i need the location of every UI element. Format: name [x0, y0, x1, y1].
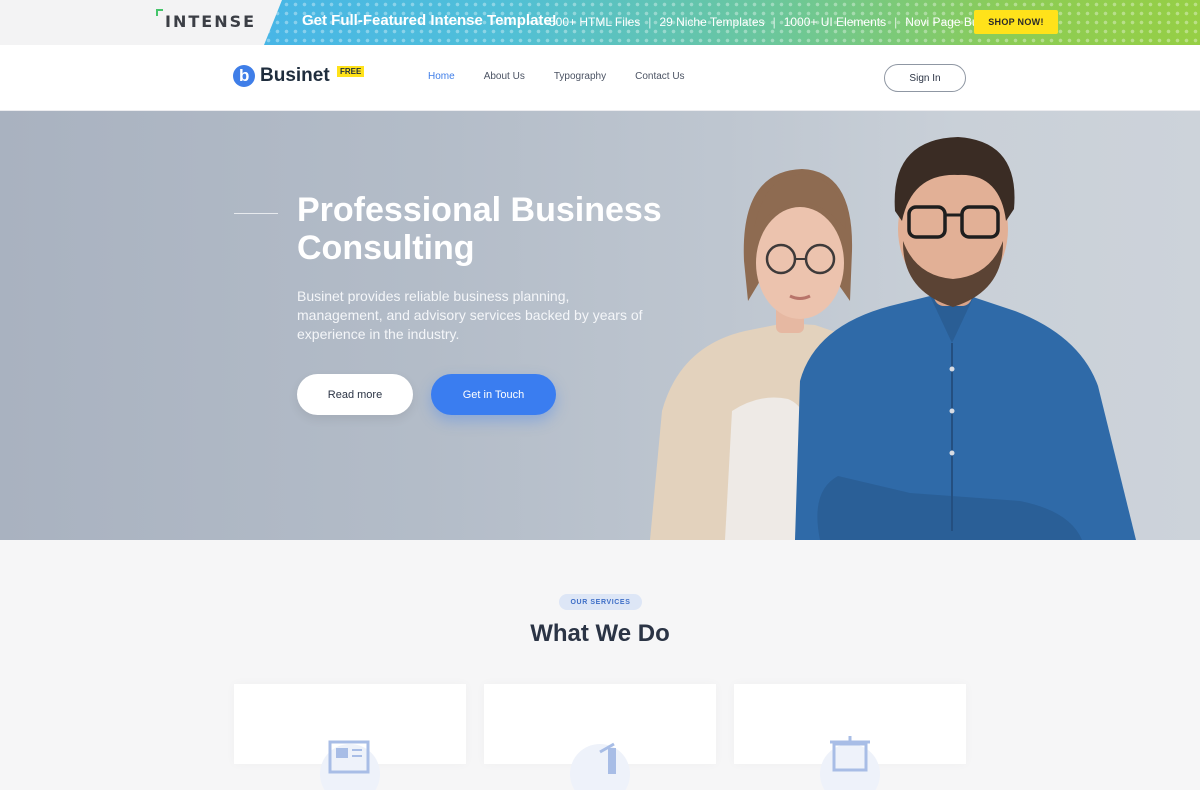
promo-feature: 500+ HTML Files	[549, 15, 641, 29]
promo-brand-area: INTENSE	[0, 0, 282, 45]
service-card[interactable]	[484, 684, 716, 790]
nav-home[interactable]: Home	[428, 71, 455, 82]
newspaper-icon	[320, 740, 380, 790]
promo-separator: |	[648, 15, 652, 29]
promo-banner[interactable]: Get Full-Featured Intense Template! 500+…	[264, 0, 1200, 45]
site-header: Businet FREE Home About Us Typography Co…	[0, 45, 1200, 111]
sign-in-button[interactable]: Sign In	[884, 64, 966, 92]
shop-now-button[interactable]: SHOP NOW!	[974, 10, 1058, 34]
services-section: OUR SERVICES What We Do	[0, 540, 1200, 790]
read-more-button[interactable]: Read more	[297, 374, 413, 415]
promo-headline: Get Full-Featured Intense Template!	[302, 12, 557, 29]
brand-name: Businet	[260, 65, 330, 86]
promo-separator: |	[772, 15, 776, 29]
service-card[interactable]	[234, 684, 466, 790]
main-nav: Home About Us Typography Contact Us	[428, 71, 714, 82]
hero-title: Professional Business Consulting	[297, 191, 662, 267]
brand-logo[interactable]: Businet FREE	[233, 65, 365, 87]
hero-description: Businet provides reliable business plann…	[297, 288, 643, 342]
service-card[interactable]	[734, 684, 966, 790]
intense-logo-mark-icon	[156, 9, 163, 16]
promo-bar: INTENSE Get Full-Featured Intense Templa…	[0, 0, 1200, 45]
hero-people-photo	[650, 137, 1136, 540]
intense-logo-text: INTENSE	[165, 12, 257, 31]
get-in-touch-button[interactable]: Get in Touch	[431, 374, 556, 415]
promo-separator: |	[894, 15, 898, 29]
brand-b-icon	[233, 65, 255, 87]
chart-icon	[570, 742, 630, 790]
services-title: What We Do	[530, 620, 670, 647]
services-badge: OUR SERVICES	[559, 594, 642, 610]
nav-typography[interactable]: Typography	[554, 71, 606, 82]
presentation-board-icon	[820, 736, 880, 790]
intense-logo[interactable]: INTENSE	[156, 9, 257, 31]
promo-feature: 1000+ UI Elements	[783, 15, 887, 29]
nav-contact-us[interactable]: Contact Us	[635, 71, 684, 82]
promo-feature: 29 Niche Templates	[659, 15, 765, 29]
hero-section: Professional Business Consulting Businet…	[0, 111, 1200, 540]
promo-features: 500+ HTML Files | 29 Niche Templates | 1…	[549, 15, 1001, 29]
hero-decor-line	[234, 213, 278, 214]
man-figure	[795, 137, 1136, 540]
nav-about-us[interactable]: About Us	[484, 71, 525, 82]
brand-free-badge: FREE	[337, 66, 365, 77]
